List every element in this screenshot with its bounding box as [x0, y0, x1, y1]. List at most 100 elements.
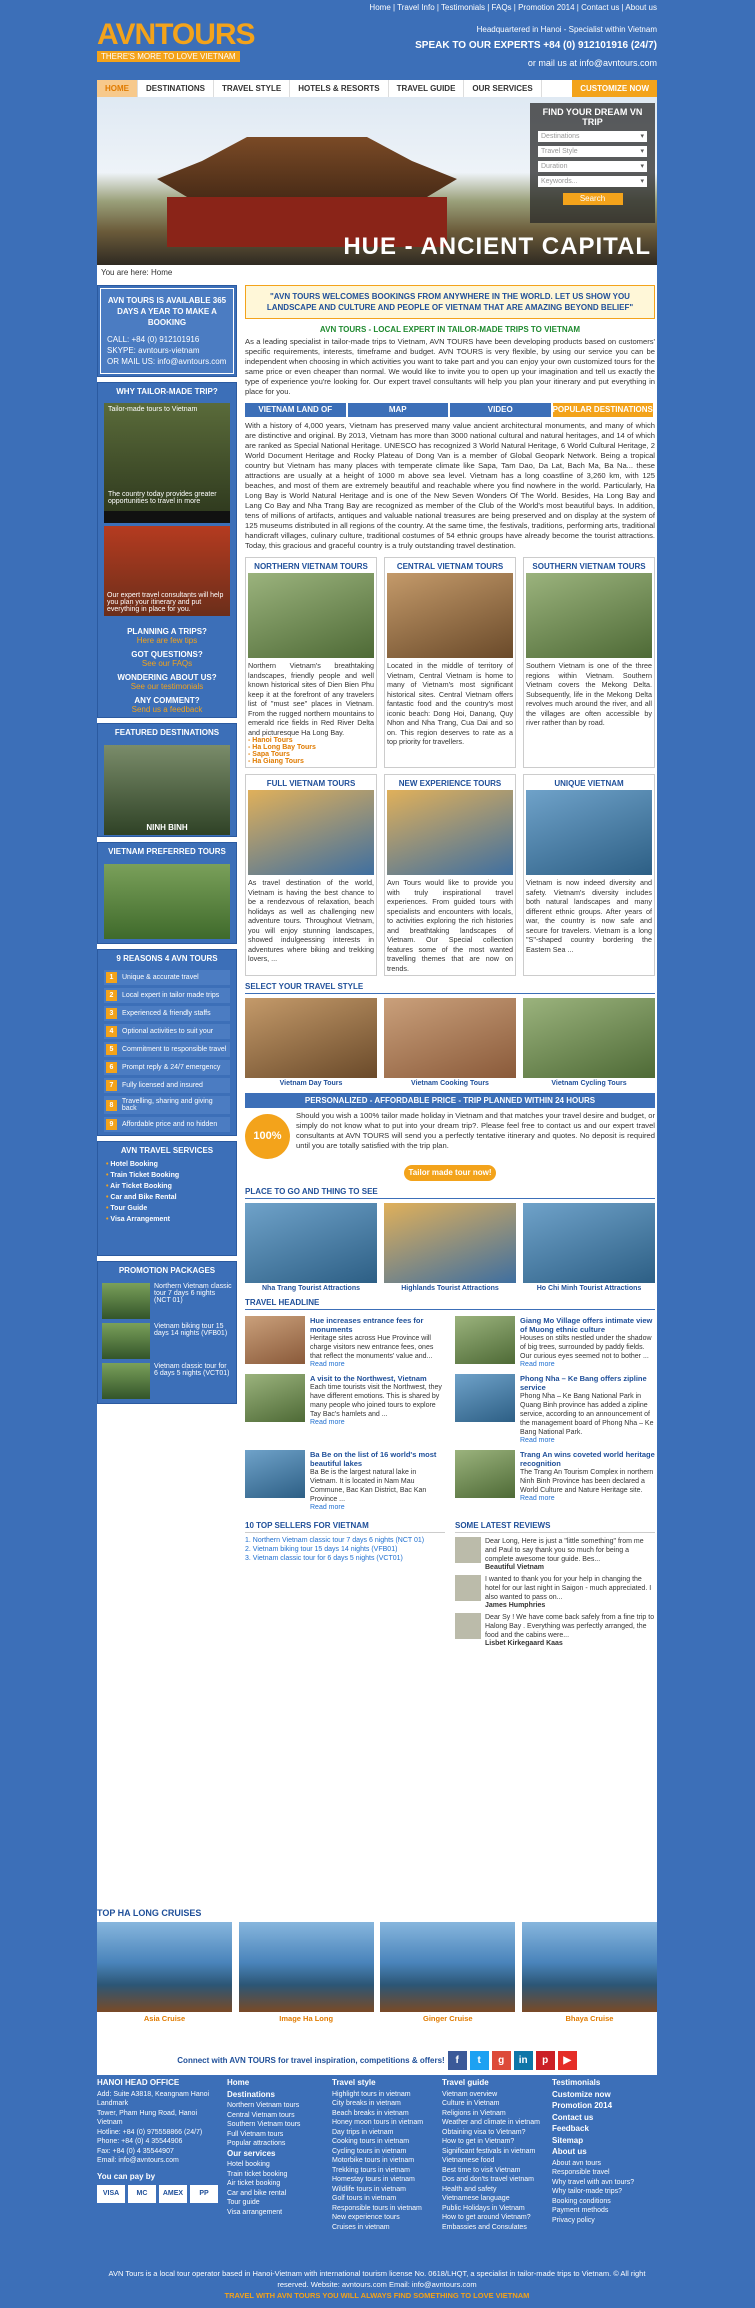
footer-link[interactable]: Health and safety [442, 2185, 546, 2195]
promo-item[interactable]: Vietnam biking tour 15 days 14 nights (V… [102, 1323, 232, 1359]
footer-style-title[interactable]: Travel style [332, 2078, 436, 2088]
email-callout[interactable]: or mail us at info@avntours.com [528, 58, 657, 68]
customize-now-button[interactable]: Customize now [572, 80, 657, 97]
place-label[interactable]: Ho Chi Minh Tourist Attractions [523, 1285, 655, 1292]
style-image[interactable] [245, 998, 377, 1078]
style-card[interactable]: Vietnam Cooking Tours [384, 998, 516, 1087]
region-card[interactable]: CENTRAL VIETNAM TOURS Located in the mid… [384, 557, 516, 768]
review-item[interactable]: I wanted to thank you for your help in c… [455, 1575, 655, 1609]
footer-link[interactable]: Significant festivals in vietnam [442, 2147, 546, 2157]
top-links[interactable]: Home | Travel Info | Testimonials | FAQs… [369, 3, 657, 12]
footer-link[interactable]: Homestay tours in vietnam [332, 2175, 436, 2185]
region-image[interactable] [387, 573, 513, 658]
region-link[interactable]: - Hanoi Tours [248, 737, 374, 744]
nav-travel-guide[interactable]: Travel guide [389, 80, 465, 97]
footer-link[interactable]: Cooking tours in vietnam [332, 2137, 436, 2147]
footer-link[interactable]: How to get in Vietnam? [442, 2137, 546, 2147]
travel-style-select[interactable]: Travel Style [538, 146, 647, 157]
footer-link[interactable]: Cruises in vietnam [332, 2223, 436, 2233]
promo-item[interactable]: Vietnam classic tour for 6 days 5 nights… [102, 1363, 232, 1399]
style-label[interactable]: Vietnam Cooking Tours [384, 1080, 516, 1087]
seller-link[interactable]: Vietnam classic tour for 6 days 5 nights… [245, 1555, 445, 1562]
place-image[interactable] [245, 1203, 377, 1283]
service-link[interactable]: Hotel Booking [98, 1159, 236, 1170]
footer-link[interactable]: Public Holidays in Vietnam [442, 2204, 546, 2214]
read-more-link[interactable]: Read more [520, 1437, 655, 1444]
linkedin-icon[interactable]: in [513, 2050, 533, 2070]
news-title[interactable]: A visit to the Northwest, Vietnam [310, 1374, 445, 1383]
footer-link[interactable]: Privacy policy [552, 2216, 651, 2226]
logo[interactable]: AVNTOURS THERE'S MORE TO LOVE VIETNAM [97, 20, 267, 62]
nav-destinations[interactable]: Destinations [138, 80, 214, 97]
footer-link[interactable]: Trekking tours in vietnam [332, 2166, 436, 2176]
footer-services-title[interactable]: Our services [227, 2149, 326, 2159]
cruise-image[interactable] [97, 1922, 232, 2012]
service-link[interactable]: Air Ticket Booking [98, 1181, 236, 1192]
footer-link[interactable]: Wildlife tours in vietnam [332, 2185, 436, 2195]
place-card[interactable]: Highlands Tourist Attractions [384, 1203, 516, 1292]
footer-link[interactable]: Responsible travel [552, 2168, 651, 2178]
footer-link[interactable]: How to get around Vietnam? [442, 2213, 546, 2223]
footer-link[interactable]: Obtaining visa to Vietnam? [442, 2128, 546, 2138]
style-label[interactable]: Vietnam Day Tours [245, 1080, 377, 1087]
footer-link[interactable]: Dos and don'ts travel vietnam [442, 2175, 546, 2185]
read-more-link[interactable]: Read more [520, 1361, 655, 1368]
footer-link[interactable]: Best time to visit Vietnam [442, 2166, 546, 2176]
news-item[interactable]: Phong Nha – Ke Bang offers zipline servi… [455, 1374, 655, 1444]
google-plus-icon[interactable]: g [491, 2050, 511, 2070]
faq-link[interactable]: Here are few tips [101, 636, 233, 645]
news-image[interactable] [245, 1316, 305, 1364]
cruise-card[interactable]: Image Ha Long [238, 1922, 374, 2023]
region-title[interactable]: NORTHERN VIETNAM TOURS [248, 560, 374, 573]
region-title[interactable]: FULL VIETNAM TOURS [248, 777, 374, 790]
footer-link[interactable]: City breaks in vietnam [332, 2099, 436, 2109]
faq-link[interactable]: See our FAQs [101, 659, 233, 668]
tab-land-of-legends[interactable]: VIETNAM LAND OF LEGENDS [245, 403, 346, 428]
footer-link[interactable]: About avn tours [552, 2159, 651, 2169]
news-image[interactable] [245, 1374, 305, 1422]
style-card[interactable]: Vietnam Cycling Tours [523, 998, 655, 1087]
place-card[interactable]: Ho Chi Minh Tourist Attractions [523, 1203, 655, 1292]
region-title[interactable]: UNIQUE VIETNAM [526, 777, 652, 790]
review-item[interactable]: Dear Sy ! We have come back safely from … [455, 1613, 655, 1647]
footer-link[interactable]: Beach breaks in vietnam [332, 2109, 436, 2119]
news-item[interactable]: Giang Mo Village offers intimate view of… [455, 1316, 655, 1368]
footer-link[interactable]: Tour guide [227, 2198, 326, 2208]
style-card[interactable]: Vietnam Day Tours [245, 998, 377, 1087]
footer-link[interactable]: Testimonials [552, 2078, 651, 2088]
region-link[interactable]: - Ha Giang Tours [248, 758, 374, 765]
office-line[interactable]: Email: info@avntours.com [97, 2156, 221, 2166]
review-item[interactable]: Dear Long, Here is just a "little someth… [455, 1537, 655, 1571]
cruise-label[interactable]: Ginger Cruise [380, 2014, 515, 2023]
cruise-card[interactable]: Asia Cruise [97, 1922, 232, 2023]
footer-link[interactable]: Golf tours in vietnam [332, 2194, 436, 2204]
region-image[interactable] [248, 790, 374, 875]
cruise-card[interactable]: Ginger Cruise [380, 1922, 516, 2023]
footer-link[interactable]: Day trips in vietnam [332, 2128, 436, 2138]
footer-link[interactable]: Northern Vietnam tours [227, 2101, 326, 2111]
news-item[interactable]: Hue increases entrance fees for monument… [245, 1316, 445, 1368]
place-label[interactable]: Highlands Tourist Attractions [384, 1285, 516, 1292]
footer-link[interactable]: Motorbike tours in vietnam [332, 2156, 436, 2166]
footer-link[interactable]: Train ticket booking [227, 2170, 326, 2180]
news-image[interactable] [455, 1450, 515, 1498]
footer-link[interactable]: Embassies and Consulates [442, 2223, 546, 2233]
footer-link[interactable]: Why tailor-made trips? [552, 2187, 651, 2197]
nav-travel-style[interactable]: Travel style [214, 80, 291, 97]
news-item[interactable]: A visit to the Northwest, Vietnam Each ti… [245, 1374, 445, 1444]
footer-link[interactable]: Popular attractions [227, 2139, 326, 2149]
destinations-select[interactable]: Destinations [538, 131, 647, 142]
faq-link[interactable]: See our testimonials [101, 682, 233, 691]
tab-video[interactable]: VIDEO [450, 403, 551, 417]
news-item[interactable]: Ba Be on the list of 16 world's most bea… [245, 1450, 445, 1511]
cruise-label[interactable]: Asia Cruise [97, 2014, 232, 2023]
region-link[interactable]: - Ha Long Bay Tours [248, 744, 374, 751]
news-title[interactable]: Ba Be on the list of 16 world's most bea… [310, 1450, 445, 1468]
region-image[interactable] [526, 573, 652, 658]
preferred-image[interactable] [104, 864, 230, 939]
footer-link[interactable]: Sitemap [552, 2136, 651, 2146]
place-label[interactable]: Nha Trang Tourist Attractions [245, 1285, 377, 1292]
footer-link[interactable]: Booking conditions [552, 2197, 651, 2207]
style-image[interactable] [523, 998, 655, 1078]
place-image[interactable] [523, 1203, 655, 1283]
